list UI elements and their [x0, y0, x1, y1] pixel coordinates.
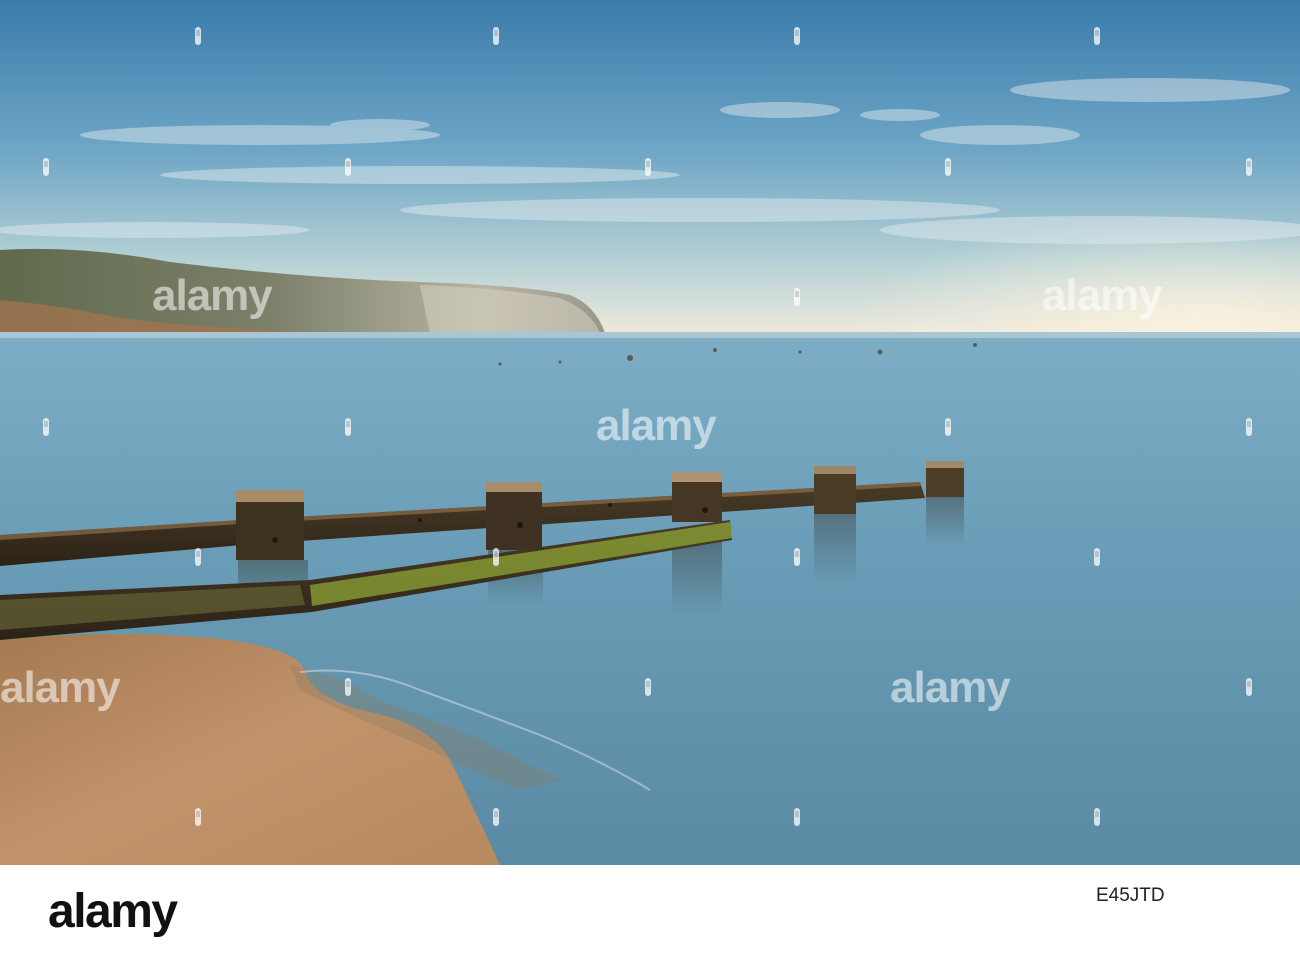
watermark-pin-icon [943, 158, 953, 184]
watermark-text: alamy [596, 401, 717, 450]
watermark-pin-icon [193, 27, 203, 53]
watermark-pin-icon [1244, 678, 1254, 704]
watermark-pin-icon [943, 418, 953, 444]
watermark-text: alamy [0, 663, 121, 712]
watermark-pin-icon [343, 678, 353, 704]
watermark-pin-icon [491, 27, 501, 53]
watermark-pin-icon [491, 808, 501, 834]
watermark-pin-icon [792, 548, 802, 574]
watermark-pin-icon [1092, 548, 1102, 574]
watermark-pin-icon [41, 158, 51, 184]
watermark-pin-icon [792, 288, 802, 314]
image-id-label: E45JTD [1096, 885, 1165, 906]
watermark-pin-icon [792, 27, 802, 53]
watermark-pin-icon [491, 548, 501, 574]
watermark-pin-icon [643, 158, 653, 184]
watermark-pin-icon [343, 158, 353, 184]
watermark-pin-icon [792, 808, 802, 834]
watermark-pin-icon [1244, 418, 1254, 444]
watermark-text: alamy [152, 271, 273, 320]
watermark-text: alamy [890, 663, 1011, 712]
footer-logo: alamy [48, 885, 178, 938]
watermark-pin-icon [1092, 808, 1102, 834]
watermark-pin-icon [41, 418, 51, 444]
watermark-pin-icon [1244, 158, 1254, 184]
watermark-pin-icon [1092, 27, 1102, 53]
watermark-pin-icon [343, 418, 353, 444]
watermark-pin-icon [193, 548, 203, 574]
footer-bar [0, 865, 1300, 955]
watermark-text: alamy [1042, 271, 1163, 320]
watermark-pin-icon [193, 808, 203, 834]
watermark-pin-icon [643, 678, 653, 704]
